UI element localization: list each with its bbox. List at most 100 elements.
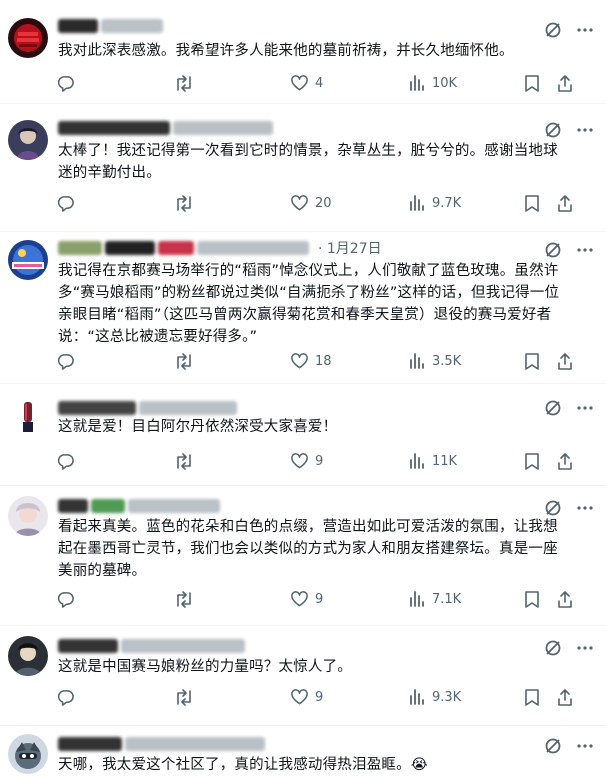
views-button[interactable]: 9.3K	[408, 688, 461, 706]
like-button[interactable]: 20	[290, 194, 332, 212]
retweet-icon	[177, 591, 191, 608]
tweet[interactable]: 看起来真美。蓝色的花朵和白色的点缀，营造出如此可爱活泼的氛围，让我想起在墨西哥亡…	[0, 486, 606, 626]
bookmark-button[interactable]	[524, 352, 540, 371]
display-name[interactable]	[105, 241, 155, 255]
display-name[interactable]	[58, 121, 170, 135]
display-name[interactable]	[58, 19, 98, 33]
tweet[interactable]: · 1月27日 我记得在京都赛马场举行的“稻雨”悼念仪式上，人们敬献了蓝色玫瑰。…	[0, 232, 606, 384]
more-icon[interactable]	[576, 639, 594, 657]
tweet[interactable]: 这就是中国赛马娘粉丝的力量吗？太惊人了。 9 9.3K	[0, 626, 606, 726]
more-icon[interactable]	[576, 21, 594, 39]
retweet-icon	[177, 353, 191, 370]
username[interactable]	[125, 737, 265, 751]
share-button[interactable]	[556, 194, 574, 213]
display-name[interactable]	[58, 401, 136, 415]
share-button[interactable]	[556, 74, 574, 93]
grok-icon[interactable]	[544, 399, 562, 417]
heart-icon	[291, 689, 308, 705]
reply-button[interactable]	[56, 452, 75, 471]
more-icon[interactable]	[576, 399, 594, 417]
retweet-button[interactable]	[174, 352, 194, 371]
username[interactable]	[139, 401, 237, 415]
timestamp[interactable]: · 1月27日	[318, 238, 382, 258]
reply-button[interactable]	[56, 590, 75, 609]
views-button[interactable]: 10K	[408, 74, 457, 92]
username[interactable]	[128, 499, 220, 513]
grok-icon[interactable]	[544, 241, 562, 259]
share-icon	[558, 689, 572, 706]
grok-icon[interactable]	[544, 499, 562, 517]
display-name[interactable]	[58, 499, 88, 513]
more-icon[interactable]	[576, 121, 594, 139]
views-icon	[410, 353, 424, 369]
like-button[interactable]: 18	[290, 352, 332, 370]
bookmark-button[interactable]	[524, 452, 540, 471]
tweet[interactable]: 我对此深表感激。我希望许多人能来他的墓前祈祷，并长久地缅怀他。 4 10K	[0, 0, 606, 104]
retweet-button[interactable]	[174, 452, 194, 471]
reply-icon	[57, 196, 74, 212]
grok-icon[interactable]	[544, 21, 562, 39]
username[interactable]	[197, 241, 309, 255]
avatar[interactable]	[8, 240, 48, 280]
badge-emojis	[58, 241, 102, 255]
share-button[interactable]	[556, 688, 574, 707]
bookmark-button[interactable]	[524, 194, 540, 213]
avatar[interactable]	[8, 734, 48, 774]
avatar[interactable]	[8, 636, 48, 676]
reply-button[interactable]	[56, 74, 75, 93]
like-button[interactable]: 4	[290, 74, 323, 92]
grok-icon[interactable]	[544, 737, 562, 755]
views-button[interactable]: 11K	[408, 452, 457, 470]
retweet-button[interactable]	[174, 590, 194, 609]
more-icon[interactable]	[576, 241, 594, 259]
views-button[interactable]: 3.5K	[408, 352, 461, 370]
retweet-button[interactable]	[174, 74, 194, 93]
reply-icon	[57, 690, 74, 706]
display-name[interactable]	[58, 639, 118, 653]
share-button[interactable]	[556, 590, 574, 609]
view-count: 9.3K	[432, 689, 462, 705]
like-count: 4	[315, 75, 324, 91]
username[interactable]	[173, 121, 273, 135]
views-icon	[410, 195, 424, 211]
share-button[interactable]	[556, 352, 574, 371]
views-icon	[410, 75, 424, 91]
username[interactable]	[121, 639, 245, 653]
reply-button[interactable]	[56, 688, 75, 707]
views-button[interactable]: 7.1K	[408, 590, 461, 608]
avatar[interactable]	[8, 120, 48, 160]
tweet[interactable]: 太棒了！我还记得第一次看到它时的情景，杂草丛生，脏兮兮的。感谢当地球迷的辛勤付出…	[0, 104, 606, 232]
grok-icon[interactable]	[544, 121, 562, 139]
reply-button[interactable]	[56, 194, 75, 213]
user-header	[58, 496, 546, 516]
retweet-button[interactable]	[174, 194, 194, 213]
tweet[interactable]: 这就是爱！目白阿尔丹依然深受大家喜爱！ 9 11K	[0, 384, 606, 486]
display-name[interactable]	[58, 737, 122, 751]
view-count: 3.5K	[432, 353, 462, 369]
more-icon[interactable]	[576, 737, 594, 755]
bookmark-button[interactable]	[524, 590, 540, 609]
grok-icon[interactable]	[544, 639, 562, 657]
user-header: · 1月27日	[58, 238, 546, 258]
like-button[interactable]: 9	[290, 590, 323, 608]
view-count: 10K	[432, 75, 458, 91]
share-button[interactable]	[556, 452, 574, 471]
user-header	[58, 398, 546, 418]
more-icon[interactable]	[576, 499, 594, 517]
bookmark-button[interactable]	[524, 74, 540, 93]
avatar[interactable]	[8, 396, 48, 436]
retweet-button[interactable]	[174, 688, 194, 707]
avatar[interactable]	[8, 18, 48, 58]
share-icon	[558, 591, 572, 608]
heart-icon	[291, 591, 308, 607]
views-button[interactable]: 9.7K	[408, 194, 461, 212]
like-button[interactable]: 9	[290, 688, 323, 706]
avatar[interactable]	[8, 496, 48, 536]
bookmark-button[interactable]	[524, 688, 540, 707]
like-button[interactable]: 9	[290, 452, 323, 470]
username[interactable]	[101, 19, 163, 33]
like-count: 9	[315, 689, 324, 705]
retweet-icon	[177, 75, 191, 92]
reply-button[interactable]	[56, 352, 75, 371]
tweet[interactable]: 天哪，我太爱这个社区了，真的让我感动得热泪盈眶。😭	[0, 726, 606, 779]
